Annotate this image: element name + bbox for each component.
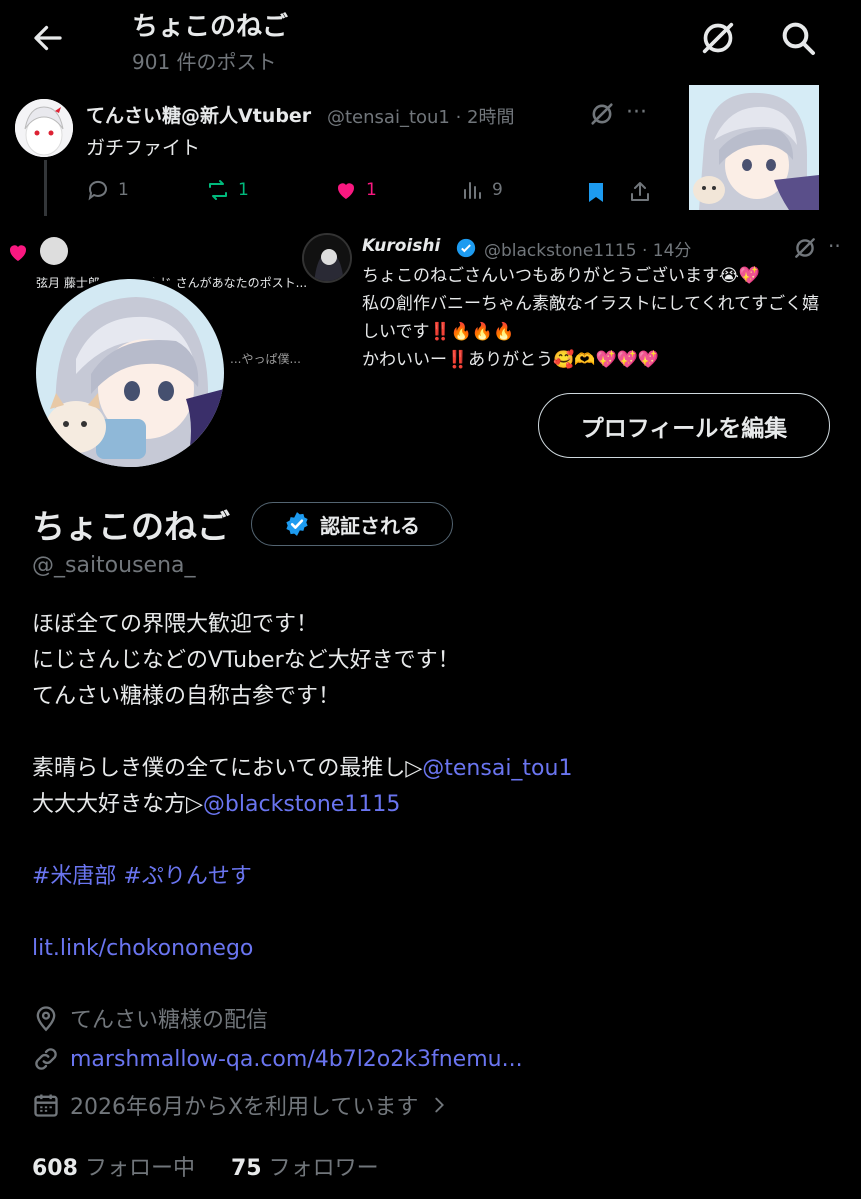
profile-bio: ほぼ全ての界隈大歓迎です！ にじさんじなどのVTuberなど大好きです！ てんさ…	[32, 607, 832, 967]
repost-count: 1	[238, 180, 249, 200]
profile-name: ちょこのねご	[32, 507, 230, 546]
bio-line: 大大大好きな方▷@blackstone1115	[32, 787, 832, 823]
hashtag-links[interactable]: #米唐部 #ぷりんせす	[32, 859, 832, 895]
bio-spacer	[32, 823, 832, 859]
location-pin-icon	[36, 1006, 56, 1032]
heart-icon	[337, 183, 355, 199]
bio-spacer	[32, 895, 832, 931]
notification-heart-icon	[9, 245, 27, 261]
bio-spacer	[32, 715, 832, 751]
profile-avatar[interactable]	[32, 275, 228, 471]
get-verified-label: 認証される	[320, 513, 420, 538]
reply-author-name: Kuroishi	[362, 236, 441, 256]
following-link[interactable]: 608 フォロー中	[32, 1150, 195, 1182]
reply-icon	[88, 180, 107, 201]
tweet-text: ガチファイト	[86, 137, 201, 159]
location-text: てんさい糖様の配信	[70, 1008, 269, 1033]
tweet-author-name: てんさい糖@新人Vtuber	[86, 105, 312, 127]
follow-stats: 608 フォロー中 75 フォロワー	[32, 1150, 379, 1182]
bio-text: 素晴らしき僕の全てにおいての最推し▷	[32, 756, 423, 781]
followers-link[interactable]: 75 フォロワー	[231, 1150, 379, 1182]
views-action[interactable]: 9	[460, 178, 503, 202]
bio-line: にじさんじなどのVTuberなど大好きです！	[32, 648, 460, 673]
reply-action[interactable]: 1	[86, 178, 129, 202]
repost-icon	[209, 180, 227, 200]
more-icon: ···	[626, 100, 647, 125]
joined-row[interactable]: 2026年6月からXを利用しています	[32, 1089, 450, 1121]
location-row: てんさい糖様の配信	[32, 1002, 268, 1034]
mention-link-tensai[interactable]: @tensai_tou1	[422, 756, 572, 781]
website-row[interactable]: marshmallow-qa.com/4b7l2o2k3fnemu...	[32, 1045, 523, 1073]
bio-url-link[interactable]: lit.link/chokononego	[32, 931, 832, 967]
profile-handle: @_saitousena_	[32, 553, 196, 578]
more-icon: ··	[828, 234, 841, 258]
calendar-icon	[34, 1094, 58, 1117]
link-icon	[35, 1048, 57, 1070]
notification-avatar	[40, 237, 68, 265]
like-count: 1	[366, 180, 377, 200]
reply-author-avatar	[302, 233, 352, 283]
thread-line	[44, 160, 47, 216]
share-icon[interactable]	[628, 180, 652, 204]
tweet-image-thumbnail	[689, 85, 819, 210]
reply-meta: @blackstone1115 · 14分	[484, 241, 692, 261]
bio-text: 大大大好きな方▷	[32, 792, 203, 817]
joined-text: 2026年6月からXを利用しています	[70, 1095, 419, 1120]
grok-icon	[795, 238, 815, 258]
post-count: 901 件のポスト	[132, 50, 277, 74]
reply-line: ちょこのねごさんいつもありがとうございます😭💖	[362, 266, 761, 286]
repost-action[interactable]: 1	[206, 178, 249, 202]
edit-profile-button[interactable]: プロフィールを編集	[538, 393, 830, 458]
bio-line: ほぼ全ての界隈大歓迎です！	[32, 612, 319, 637]
bio-line: 素晴らしき僕の全てにおいての最推し▷@tensai_tou1	[32, 751, 832, 787]
mention-link-blackstone[interactable]: @blackstone1115	[203, 792, 400, 817]
reply-line: かわいいー‼️ありがとう🥰🫶💖💖💖	[362, 350, 660, 370]
reply-line: しいです‼️🔥🔥🔥	[362, 322, 515, 342]
reply-text: ちょこのねごさんいつもありがとうございます😭💖 私の創作バニーちゃん素敵なイラス…	[362, 262, 842, 374]
verified-badge-icon	[456, 238, 476, 258]
view-count: 9	[492, 180, 503, 200]
followers-label: フォロワー	[268, 1156, 379, 1181]
tweet-author-avatar[interactable]	[15, 99, 73, 157]
header-title: ちょこのねご	[132, 12, 289, 42]
tweet-meta: @tensai_tou1 · 2時間	[327, 107, 515, 128]
verified-badge-icon	[286, 512, 308, 536]
search-icon[interactable]	[778, 18, 818, 58]
followers-count: 75	[230, 1156, 262, 1181]
chevron-right-icon	[435, 1097, 445, 1113]
back-arrow-icon[interactable]	[30, 20, 66, 56]
following-label: フォロー中	[84, 1156, 195, 1181]
bookmark-icon[interactable]	[584, 180, 608, 204]
bio-line: てんさい糖様の自称古参です！	[32, 684, 341, 709]
reply-line: 私の創作バニーちゃん素敵なイラストにしてくれてすごく嬉	[362, 294, 820, 314]
following-count: 608	[32, 1156, 78, 1181]
reply-count: 1	[118, 180, 129, 200]
notification-preview: ...やっぱ僕...	[230, 352, 301, 366]
website-link[interactable]: marshmallow-qa.com/4b7l2o2k3fnemu...	[70, 1047, 523, 1072]
get-verified-button[interactable]: 認証される	[251, 502, 453, 546]
grok-icon[interactable]	[698, 18, 738, 58]
like-action[interactable]: 1	[334, 178, 377, 202]
views-icon	[464, 182, 481, 199]
top-bar: ちょこのねご 901 件のポスト	[0, 0, 861, 80]
grok-icon	[591, 103, 613, 125]
